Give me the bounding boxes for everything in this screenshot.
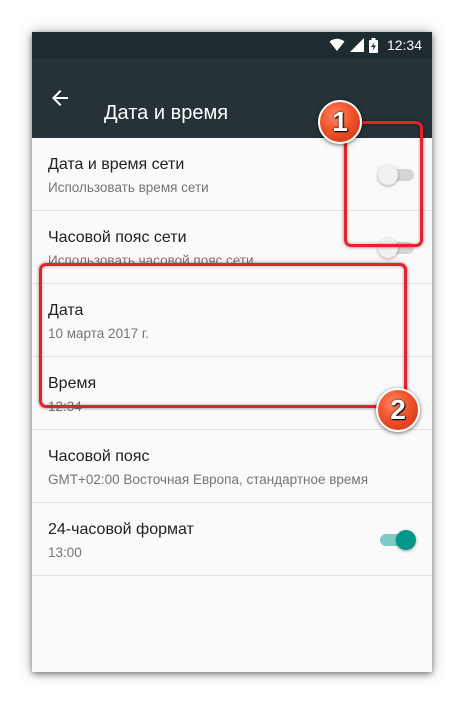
setting-24-hour-format[interactable]: 24-часовой формат 13:00 (32, 503, 432, 576)
battery-charging-icon (368, 37, 378, 53)
highlight-box-date-time (39, 263, 407, 408)
setting-subtitle: 13:00 (48, 545, 82, 560)
highlight-box-network-toggles (344, 121, 423, 247)
page-title: Дата и время (104, 102, 229, 124)
status-icons: 12:34 (329, 37, 422, 53)
annotation-badge-2: 2 (376, 388, 420, 432)
setting-timezone[interactable]: Часовой пояс GMT+02:00 Восточная Европа,… (32, 430, 432, 503)
wifi-icon (329, 38, 345, 51)
setting-subtitle: Использовать время сети (48, 180, 209, 195)
setting-title: Часовой пояс сети (48, 229, 187, 246)
back-arrow-icon[interactable] (48, 86, 72, 110)
setting-title: Дата и время сети (48, 156, 185, 173)
signal-icon (349, 38, 364, 52)
status-bar: 12:34 (32, 32, 432, 58)
setting-subtitle: GMT+02:00 Восточная Европа, стандартное … (48, 472, 369, 487)
annotation-badge-1: 1 (318, 100, 362, 144)
24-hour-format-toggle[interactable] (380, 530, 416, 550)
status-time: 12:34 (386, 37, 422, 53)
setting-title: Часовой пояс (48, 448, 150, 465)
setting-title: 24-часовой формат (48, 521, 194, 538)
